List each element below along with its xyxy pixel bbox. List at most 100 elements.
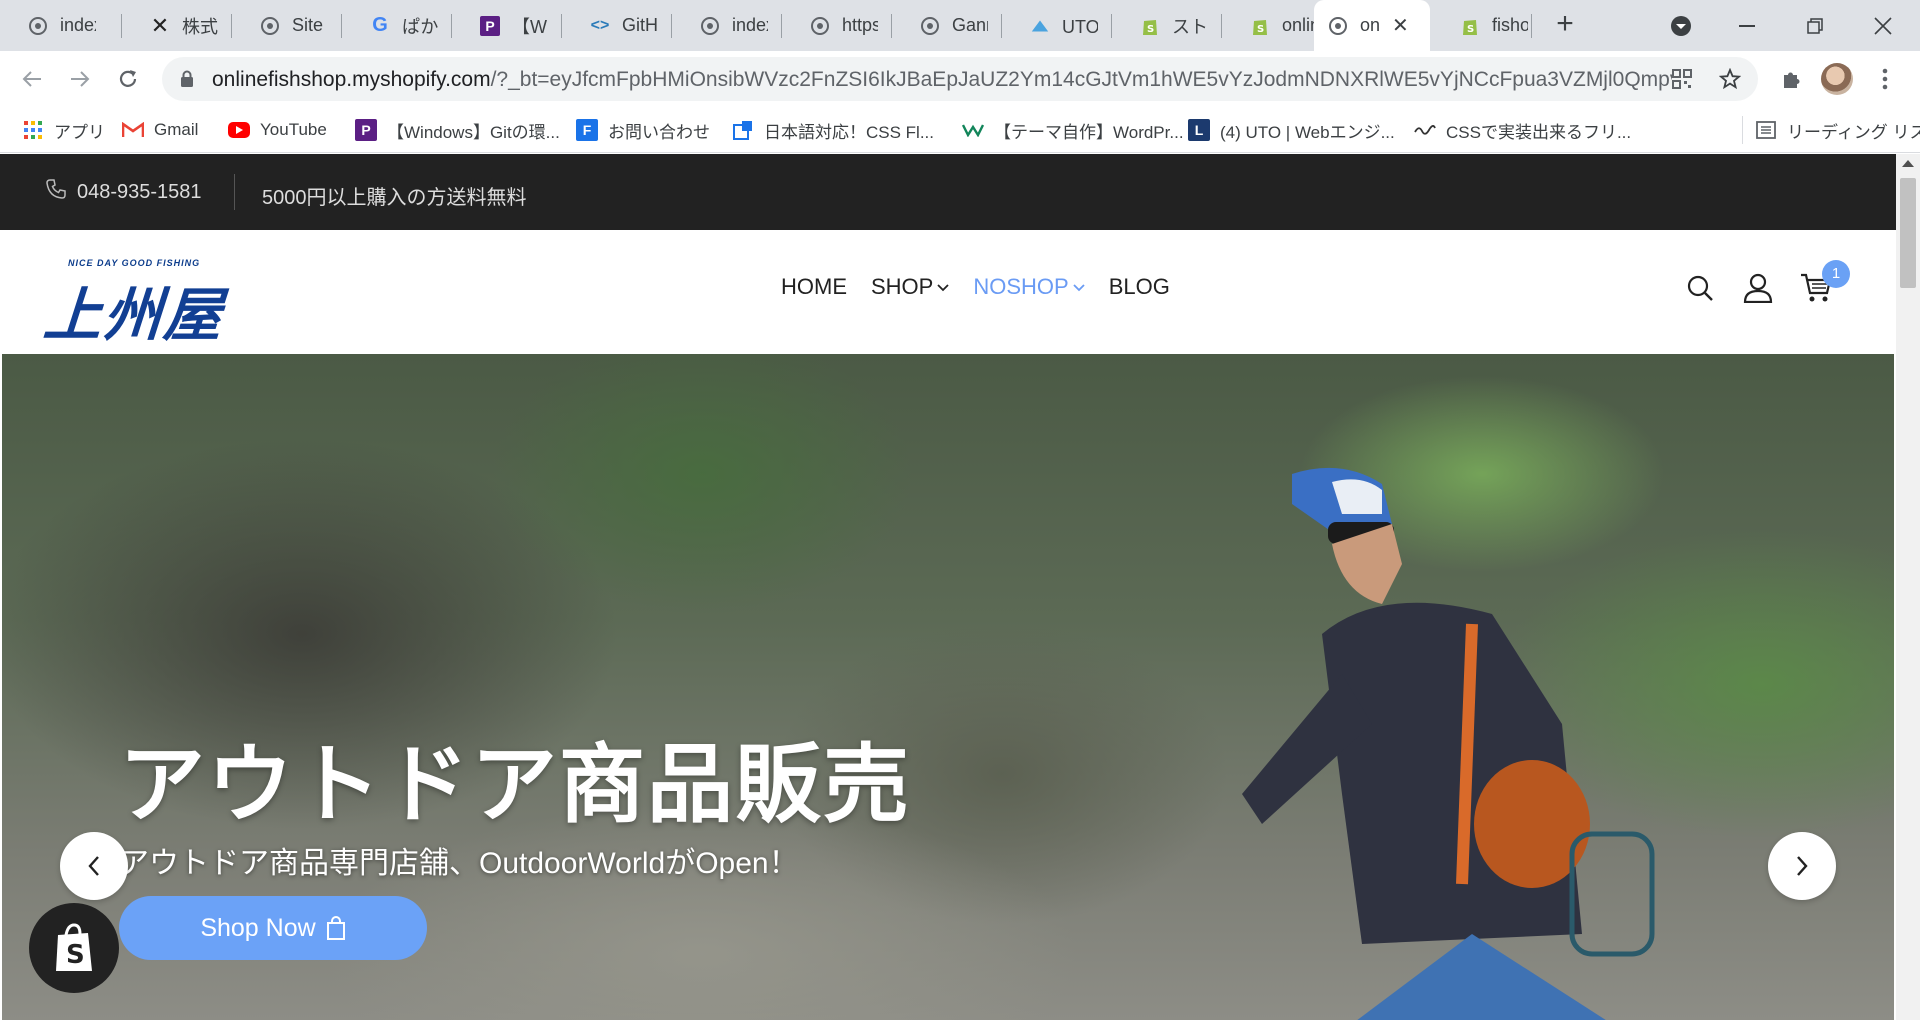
slider-next-button[interactable] — [1768, 832, 1836, 900]
kebab-menu-icon[interactable] — [1870, 64, 1900, 94]
web-page: 048-935-1581 5000円以上購入の方送料無料 NICE DAY GO… — [0, 154, 1896, 1020]
globe-icon — [700, 16, 720, 36]
reload-icon[interactable] — [110, 61, 146, 97]
browser-tab-strip: index.h ✕ 株式会 Site no G ぱかま P 【Wind <> G… — [0, 0, 1920, 51]
qr-code-icon[interactable] — [1670, 67, 1694, 91]
bookmark-star-icon[interactable] — [1718, 67, 1742, 91]
phone-link[interactable]: 048-935-1581 — [45, 178, 202, 206]
back-arrow-icon[interactable] — [14, 61, 50, 97]
bookmark-css-flex[interactable]: 日本語対応！CSS Fl... — [732, 116, 934, 144]
tab-title: on — [1360, 15, 1381, 35]
hero-slider: アウトドア商品販売 アウトドア商品専門店舗、OutdoorWorldがOpen！… — [2, 354, 1894, 1020]
nav-item-home[interactable]: HOME — [781, 274, 847, 300]
browser-tab[interactable]: S fishou — [1432, 0, 1532, 51]
search-icon[interactable] — [1682, 270, 1718, 306]
url-path: /?_bt=eyJfcmFpbHMiOnsibWVzc2FnZSI6IkJBaE… — [490, 68, 1672, 91]
l-icon: L — [1188, 119, 1210, 141]
svg-text:S: S — [1147, 24, 1154, 35]
tab-title: Ganm — [952, 15, 988, 35]
new-tab-button[interactable]: + — [1548, 8, 1582, 42]
shop-now-label: Shop Now — [200, 913, 316, 942]
free-shipping-notice: 5000円以上購入の方送料無料 — [262, 187, 527, 209]
tab-title: fishou — [1492, 15, 1528, 35]
browser-tab[interactable]: Ganm — [892, 0, 1002, 51]
scrollbar-thumb[interactable] — [1900, 178, 1916, 288]
bookmark-windows-git[interactable]: P 【Windows】Gitの環... — [355, 116, 560, 144]
browser-tab[interactable]: ✕ 株式会 — [122, 0, 232, 51]
minimize-icon[interactable] — [1718, 0, 1776, 51]
browser-tab[interactable]: S ストア管 — [1112, 0, 1222, 51]
bookmark-label: 【テーマ自作】WordPr... — [994, 122, 1184, 142]
f-icon: F — [576, 119, 598, 141]
browser-tab-active[interactable]: on ✕ — [1314, 0, 1430, 51]
shop-now-button[interactable]: Shop Now — [119, 896, 427, 960]
nav-label: HOME — [781, 274, 847, 299]
browser-tab[interactable]: Site no — [232, 0, 342, 51]
nav-item-shop[interactable]: SHOP — [871, 274, 949, 300]
browser-tab[interactable]: <> GitHu — [562, 0, 672, 51]
external-icon — [732, 119, 754, 141]
browser-tab[interactable]: UTOさ — [1002, 0, 1112, 51]
tab-search-icon[interactable] — [1652, 0, 1710, 51]
close-tab-icon[interactable]: ✕ — [1392, 13, 1409, 38]
restore-icon[interactable] — [1786, 0, 1844, 51]
browser-tab[interactable]: P 【Wind — [452, 0, 562, 51]
bookmark-apps[interactable]: アプリ — [22, 116, 105, 144]
forward-arrow-icon[interactable] — [62, 61, 98, 97]
browser-tab[interactable]: https: — [782, 0, 892, 51]
cart-count-badge: 1 — [1822, 260, 1850, 288]
tab-title: UTOさ — [1062, 16, 1098, 37]
bookmark-contact[interactable]: F お問い合わせ — [576, 116, 710, 144]
phone-icon — [45, 178, 67, 206]
shopify-preview-badge[interactable]: S — [29, 903, 119, 993]
site-logo[interactable]: NICE DAY GOOD FISHING 上州屋 — [41, 258, 274, 349]
shopify-bag-icon: S — [56, 923, 92, 971]
purple-p-icon: P — [480, 15, 500, 36]
google-icon: G — [372, 14, 388, 36]
chevron-left-icon — [88, 856, 99, 876]
address-bar[interactable]: onlinefishshop.myshopify.com/?_bt=eyJfcm… — [162, 57, 1758, 101]
browser-tab[interactable]: G ぱかま — [342, 0, 452, 51]
slider-prev-button[interactable] — [60, 832, 128, 900]
tab-title: ぱかま — [402, 16, 438, 37]
globe-icon — [810, 16, 830, 36]
extensions-puzzle-icon[interactable] — [1776, 64, 1806, 94]
tab-title: GitHu — [622, 15, 658, 35]
reading-list-button[interactable]: リーディング リスト — [1742, 116, 1920, 144]
hero-subtitle: アウトドア商品専門店舗、OutdoorWorldがOpen！ — [119, 847, 799, 880]
main-navigation: HOME SHOP NOSHOP BLOG — [781, 274, 1194, 300]
x-logo-icon: ✕ — [150, 12, 170, 38]
browser-tab[interactable]: index. — [672, 0, 782, 51]
reading-list-label: リーディング リスト — [1787, 122, 1920, 142]
account-icon[interactable] — [1740, 270, 1776, 306]
nav-item-noshop[interactable]: NOSHOP — [973, 274, 1085, 300]
logo-wordmark: 上州屋 — [41, 281, 227, 349]
bookmark-youtube[interactable]: YouTube — [228, 116, 327, 144]
lock-icon[interactable] — [180, 70, 194, 93]
logo-tagline: NICE DAY GOOD FISHING — [68, 258, 201, 268]
bookmark-label: 日本語対応！CSS Fl... — [764, 122, 935, 142]
url-text[interactable]: onlinefishshop.myshopify.com/?_bt=eyJfcm… — [212, 68, 1672, 92]
bookmark-css-free[interactable]: CSSで実装出来るフリ... — [1414, 116, 1631, 144]
nav-item-blog[interactable]: BLOG — [1109, 274, 1170, 300]
bookmark-label: CSSで実装出来るフリ... — [1446, 122, 1632, 142]
tab-title: online — [1282, 15, 1318, 35]
bookmark-label: アプリ — [54, 122, 105, 142]
bookmark-uto[interactable]: L (4) UTO | Webエンジ... — [1188, 116, 1395, 144]
tab-title: 【Wind — [512, 16, 548, 37]
page-scrollbar[interactable] — [1896, 154, 1920, 1020]
scroll-up-arrow-icon[interactable] — [1902, 160, 1914, 167]
bookmark-label: 【Windows】Gitの環... — [387, 122, 560, 142]
close-window-icon[interactable] — [1854, 0, 1912, 51]
svg-text:S: S — [1467, 24, 1474, 35]
bookmark-label: お問い合わせ — [608, 122, 710, 142]
bookmark-label: Gmail — [154, 120, 199, 139]
cloud-icon — [1030, 16, 1050, 36]
tab-title: index. — [732, 15, 768, 35]
tab-title: 株式会 — [182, 16, 218, 37]
bookmark-gmail[interactable]: Gmail — [122, 116, 198, 144]
profile-avatar[interactable] — [1821, 63, 1853, 95]
apps-grid-icon — [22, 119, 44, 141]
bookmark-wordpress-theme[interactable]: 【テーマ自作】WordPr... — [962, 116, 1184, 144]
browser-tab[interactable]: index.h — [0, 0, 122, 51]
